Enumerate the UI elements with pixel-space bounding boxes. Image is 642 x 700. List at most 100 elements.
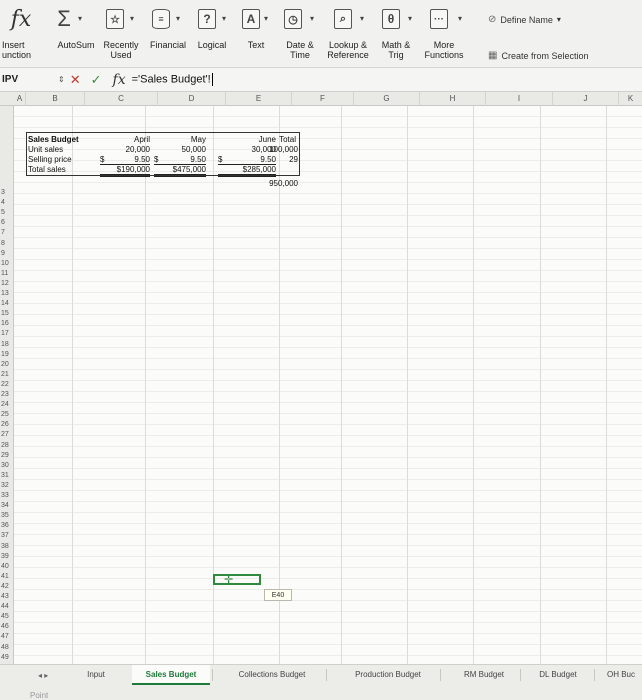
formula-input[interactable]: ='Sales Budget'! bbox=[132, 73, 213, 86]
row-header[interactable]: 17 bbox=[0, 330, 14, 337]
chevron-down-icon[interactable]: ▾ bbox=[360, 14, 364, 23]
row-header[interactable]: 27 bbox=[0, 431, 14, 438]
table-cell[interactable]: $9.50 bbox=[100, 155, 150, 165]
column-header[interactable]: H bbox=[420, 92, 486, 106]
selected-cell[interactable] bbox=[213, 574, 261, 585]
column-header[interactable]: J bbox=[553, 92, 619, 106]
more-functions-button[interactable]: ··· ▾ More Functions bbox=[418, 0, 470, 68]
worksheet-grid[interactable]: A B C D E F G H I J K 3 4 5 6 7 8 9 10 11 12 13 14 1… bbox=[0, 92, 642, 664]
chevron-down-icon[interactable]: ▾ bbox=[458, 14, 462, 23]
row-header[interactable]: 40 bbox=[0, 563, 14, 570]
row-header[interactable]: 5 bbox=[0, 209, 14, 216]
column-header[interactable]: I bbox=[486, 92, 553, 106]
row-header[interactable]: 13 bbox=[0, 290, 14, 297]
table-cell[interactable]: 20,000 bbox=[100, 145, 150, 154]
autosum-button[interactable]: Σ ▾ AutoSum bbox=[52, 0, 100, 68]
financial-button[interactable]: ≡ ▾ Financial bbox=[146, 0, 190, 68]
logical-button[interactable]: ? ▾ Logical bbox=[190, 0, 234, 68]
row-header[interactable]: 42 bbox=[0, 583, 14, 590]
fx-icon[interactable]: fx bbox=[113, 72, 126, 88]
sheet-tab-dl-budget[interactable]: DL Budget bbox=[526, 665, 590, 685]
tab-scroll-arrows-icon[interactable]: ◂ ▸ bbox=[38, 671, 48, 680]
math-trig-button[interactable]: θ ▾ Math & Trig bbox=[374, 0, 418, 68]
sheet-tab-production-budget[interactable]: Production Budget bbox=[340, 665, 436, 685]
chevron-down-icon[interactable]: ▾ bbox=[176, 14, 180, 23]
row-header[interactable]: 26 bbox=[0, 421, 14, 428]
row-header[interactable]: 34 bbox=[0, 502, 14, 509]
row-header[interactable]: 36 bbox=[0, 522, 14, 529]
row-header[interactable]: 23 bbox=[0, 391, 14, 398]
row-header[interactable]: 7 bbox=[0, 229, 14, 236]
sheet-tab-oh-budget[interactable]: OH Buc bbox=[600, 665, 642, 685]
row-header[interactable]: 11 bbox=[0, 270, 14, 277]
insert-function-button[interactable]: fx Insert unction bbox=[0, 0, 42, 68]
chevron-down-icon[interactable]: ▾ bbox=[222, 14, 226, 23]
total-header[interactable]: Total bbox=[268, 135, 296, 144]
row-header[interactable]: 16 bbox=[0, 320, 14, 327]
row-header[interactable]: 31 bbox=[0, 472, 14, 479]
row-label[interactable]: Unit sales bbox=[28, 145, 63, 154]
month-header[interactable]: May bbox=[154, 135, 206, 144]
row-label[interactable]: Total sales bbox=[28, 165, 66, 174]
chevron-down-icon[interactable]: ▾ bbox=[408, 14, 412, 23]
row-header[interactable]: 44 bbox=[0, 603, 14, 610]
sheet-tab-rm-budget[interactable]: RM Budget bbox=[452, 665, 516, 685]
row-header[interactable]: 43 bbox=[0, 593, 14, 600]
row-header[interactable]: 49 bbox=[0, 654, 14, 661]
table-cell[interactable]: $475,000 bbox=[154, 165, 206, 177]
row-header[interactable]: 18 bbox=[0, 341, 14, 348]
table-cell[interactable]: 29 bbox=[274, 155, 298, 164]
column-header[interactable]: F bbox=[292, 92, 354, 106]
column-header[interactable]: E bbox=[226, 92, 292, 106]
lookup-reference-button[interactable]: ⌕ ▾ Lookup & Reference bbox=[322, 0, 374, 68]
row-header[interactable]: 30 bbox=[0, 462, 14, 469]
row-header[interactable]: 32 bbox=[0, 482, 14, 489]
row-header[interactable]: 48 bbox=[0, 644, 14, 651]
row-header[interactable]: 46 bbox=[0, 623, 14, 630]
cancel-icon[interactable]: ✕ bbox=[70, 72, 81, 88]
chevron-down-icon[interactable]: ▾ bbox=[310, 14, 314, 23]
column-header[interactable]: C bbox=[85, 92, 158, 106]
row-header[interactable]: 24 bbox=[0, 401, 14, 408]
row-header[interactable]: 10 bbox=[0, 260, 14, 267]
row-header[interactable]: 6 bbox=[0, 219, 14, 226]
recently-used-button[interactable]: ☆ ▾ Recently Used bbox=[96, 0, 146, 68]
column-header[interactable]: B bbox=[26, 92, 85, 106]
sheet-tab-input[interactable]: Input bbox=[78, 665, 114, 685]
create-from-selection-button[interactable]: ▦ Create from Selection bbox=[488, 50, 589, 61]
column-header[interactable]: K bbox=[619, 92, 642, 106]
row-header[interactable]: 8 bbox=[0, 240, 14, 247]
row-header[interactable]: 22 bbox=[0, 381, 14, 388]
table-cell[interactable]: $9.50 bbox=[218, 155, 276, 165]
column-header[interactable]: D bbox=[158, 92, 226, 106]
row-header[interactable]: 12 bbox=[0, 280, 14, 287]
row-header[interactable]: 25 bbox=[0, 411, 14, 418]
table-cell[interactable]: 950,000 bbox=[262, 179, 298, 188]
row-header[interactable]: 45 bbox=[0, 613, 14, 620]
sheet-tab-collections-budget[interactable]: Collections Budget bbox=[222, 665, 322, 685]
row-header[interactable]: 38 bbox=[0, 543, 14, 550]
row-header[interactable]: 33 bbox=[0, 492, 14, 499]
table-cell[interactable]: $285,000 bbox=[218, 165, 276, 177]
row-header[interactable]: 3 bbox=[0, 189, 14, 196]
table-cell[interactable]: 50,000 bbox=[154, 145, 206, 154]
chevron-down-icon[interactable]: ▾ bbox=[130, 14, 134, 23]
date-time-button[interactable]: ◷ ▾ Date & Time bbox=[278, 0, 322, 68]
row-header[interactable]: 37 bbox=[0, 532, 14, 539]
chevron-down-icon[interactable]: ▾ bbox=[78, 14, 82, 23]
row-header[interactable]: 9 bbox=[0, 250, 14, 257]
row-header[interactable]: 20 bbox=[0, 361, 14, 368]
sheet-tab-sales-budget[interactable]: Sales Budget bbox=[132, 665, 210, 685]
table-cell[interactable]: $9.50 bbox=[154, 155, 206, 165]
table-cell[interactable]: 100,000 bbox=[262, 145, 298, 154]
enter-check-icon[interactable]: ✓ bbox=[91, 72, 102, 88]
table-cell[interactable]: $190,000 bbox=[100, 165, 150, 177]
define-name-button[interactable]: ⊘ Define Name ▾ bbox=[488, 14, 561, 25]
row-header[interactable]: 35 bbox=[0, 512, 14, 519]
text-functions-button[interactable]: A ▾ Text bbox=[236, 0, 276, 68]
row-header[interactable]: 19 bbox=[0, 351, 14, 358]
name-box-stepper-icon[interactable]: ⇕ bbox=[58, 75, 65, 84]
row-header[interactable]: 41 bbox=[0, 573, 14, 580]
column-header[interactable]: A bbox=[14, 92, 26, 106]
table-title[interactable]: Sales Budget bbox=[28, 135, 79, 144]
